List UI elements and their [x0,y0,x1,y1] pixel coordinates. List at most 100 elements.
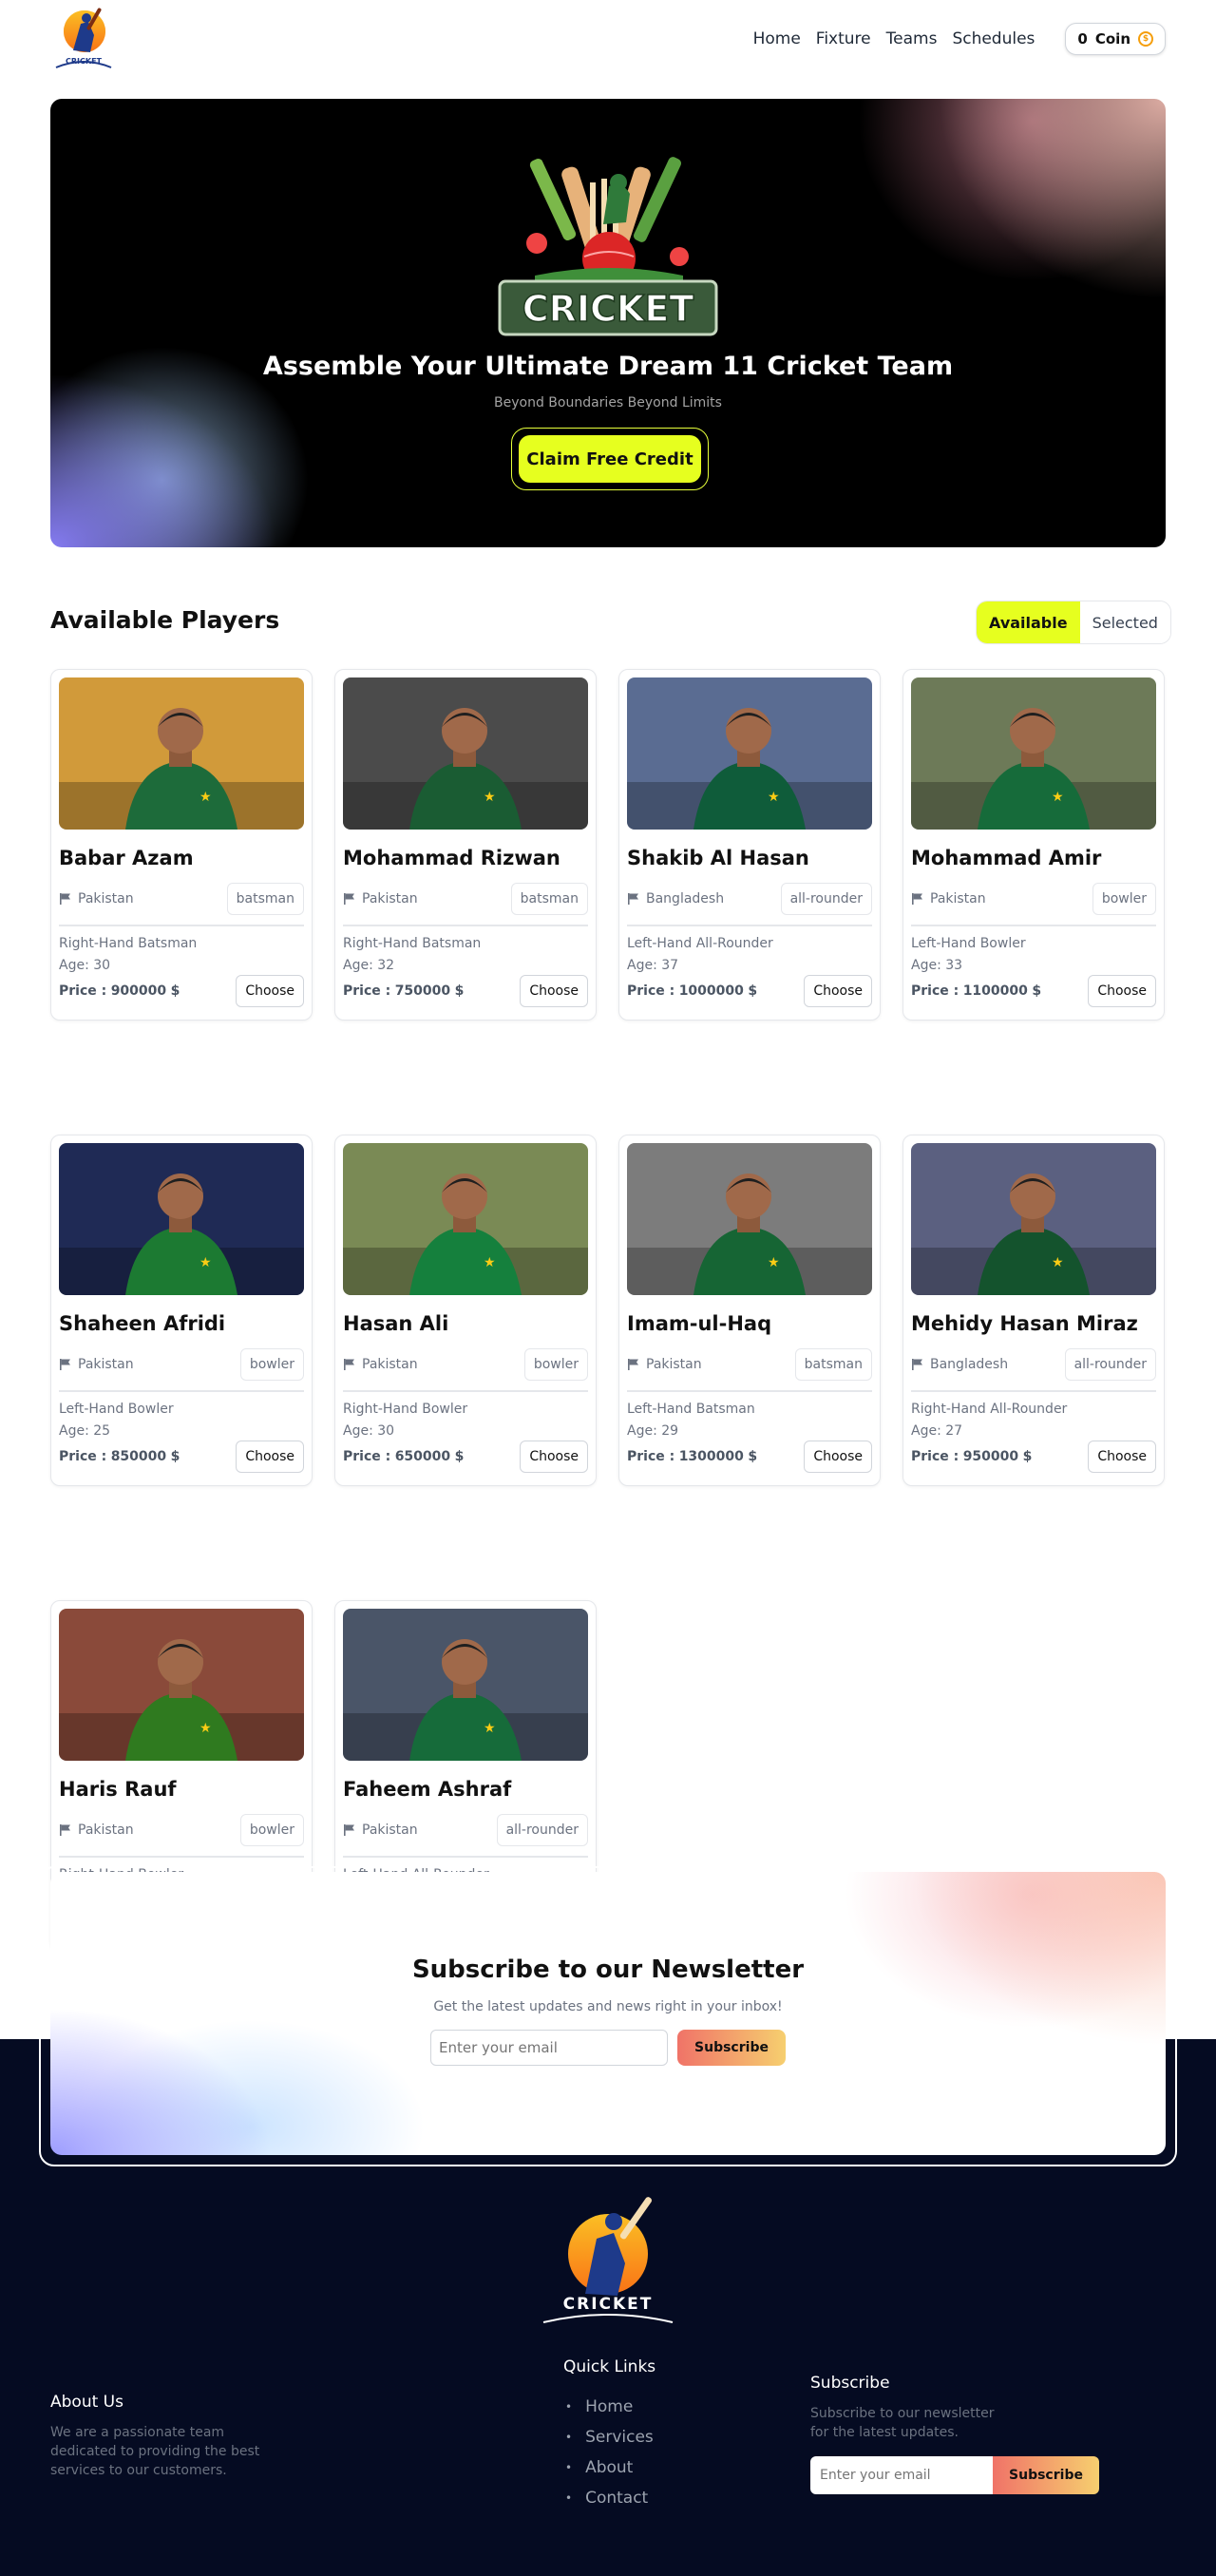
choose-player-button[interactable]: Choose [1088,975,1156,1007]
price-value: 650000 [394,1449,451,1464]
svg-text:★: ★ [768,790,780,805]
player-role-badge: bowler [523,1348,588,1381]
newsletter-form: Subscribe [430,2030,786,2066]
player-country-name: Pakistan [646,1357,702,1372]
player-batting-style: Left-Hand Bowler [59,1402,174,1417]
player-price: Price : 950000 $ [911,1449,1032,1464]
choose-player-button[interactable]: Choose [520,975,588,1007]
player-price: Price : 1300000 $ [627,1449,757,1464]
age-label: Age: [343,1423,373,1439]
footer-email-input[interactable] [810,2456,993,2494]
player-photo: ★ [627,1143,872,1295]
age-value: 33 [945,958,963,973]
cricket-logo[interactable]: CRICKET [50,3,117,75]
footer-link-services[interactable]: Services [565,2422,654,2452]
player-card: ★ Shaheen Afridi Pakistan bowler Left-Ha… [50,1135,313,1486]
about-us-title: About Us [50,2393,124,2412]
newsletter-section: Subscribe to our Newsletter Get the late… [50,1872,1166,2155]
player-country-name: Pakistan [362,891,418,906]
price-label: Price : [911,983,960,999]
age-value: 25 [93,1423,111,1439]
toggle-available-button[interactable]: Available [977,601,1080,643]
svg-text:★: ★ [200,1721,212,1736]
age-label: Age: [627,1423,657,1439]
player-photo-icon: ★ [627,677,872,830]
newsletter-email-input[interactable] [430,2030,668,2066]
player-name: Mohammad Amir [911,847,1102,869]
price-currency: $ [454,1449,465,1464]
age-label: Age: [911,1423,941,1439]
player-photo: ★ [911,677,1156,830]
choose-player-button[interactable]: Choose [804,975,872,1007]
price-value: 750000 [394,983,451,999]
price-label: Price : [627,1449,675,1464]
choose-player-button[interactable]: Choose [1088,1441,1156,1473]
player-batting-style: Right-Hand Batsman [59,936,198,951]
player-photo: ★ [343,1609,588,1761]
footer-cricket-logo[interactable]: CRICKET [538,2191,678,2326]
flag-icon [344,1824,354,1836]
nav-link-teams[interactable]: Teams [886,29,938,48]
cricket-equipment-icon: CRICKET [498,157,718,336]
footer-link-contact[interactable]: Contact [565,2483,654,2513]
age-value: 30 [377,1423,395,1439]
footer-logo-word: CRICKET [563,2295,654,2314]
svg-text:★: ★ [484,1721,496,1736]
player-name: Mohammad Rizwan [343,847,560,869]
claim-free-credit-button[interactable]: Claim Free Credit [519,435,701,483]
flag-icon [60,1824,70,1836]
svg-text:★: ★ [1052,790,1064,805]
footer-subscribe-button[interactable]: Subscribe [993,2456,1099,2494]
age-value: 30 [93,958,111,973]
svg-text:★: ★ [1052,1255,1064,1270]
player-age: Age: 30 [59,958,304,973]
player-country-name: Pakistan [362,1822,418,1838]
price-currency: $ [454,983,465,999]
player-role-badge: bowler [239,1348,304,1381]
player-batting-style: Right-Hand Batsman [343,936,482,951]
player-age: Age: 32 [343,958,588,973]
player-batting-style: Right-Hand Bowler [343,1402,468,1417]
player-country: Pakistan [627,1357,702,1372]
player-card: ★ Hasan Ali Pakistan bowler Right-Hand B… [334,1135,597,1486]
nav-link-fixture[interactable]: Fixture [816,29,871,48]
player-country: Bangladesh [627,891,724,906]
player-photo-icon: ★ [627,1143,872,1295]
players-grid: ★ Babar Azam Pakistan batsman Right-Hand… [50,669,1166,1952]
flag-icon [344,893,354,905]
svg-text:★: ★ [200,790,212,805]
choose-player-button[interactable]: Choose [236,1441,304,1473]
choose-player-button[interactable]: Choose [520,1441,588,1473]
player-price: Price : 650000 $ [343,1449,464,1464]
toggle-selected-button[interactable]: Selected [1079,601,1170,643]
age-label: Age: [59,958,89,973]
flag-icon [344,1359,354,1370]
nav-link-home[interactable]: Home [753,29,801,48]
hero-title: Assemble Your Ultimate Dream 11 Cricket … [262,352,954,381]
flag-icon [60,1359,70,1370]
top-navbar: CRICKET Home Fixture Teams Schedules 0 C… [50,0,1166,78]
player-name: Imam-ul-Haq [627,1312,772,1335]
price-label: Price : [911,1449,960,1464]
player-country-name: Pakistan [78,1357,134,1372]
player-country-name: Pakistan [362,1357,418,1372]
player-card: ★ Babar Azam Pakistan batsman Right-Hand… [50,669,313,1021]
svg-text:CRICKET: CRICKET [66,57,103,66]
footer-link-home[interactable]: Home [565,2392,654,2422]
newsletter-subscribe-button[interactable]: Subscribe [677,2030,786,2066]
player-country: Bangladesh [911,1357,1008,1372]
player-country-name: Pakistan [78,1822,134,1838]
player-photo-icon: ★ [911,1143,1156,1295]
player-card: ★ Mohammad Amir Pakistan bowler Left-Han… [902,669,1165,1021]
footer-link-about[interactable]: About [565,2452,654,2483]
player-name: Hasan Ali [343,1312,449,1335]
player-age: Age: 37 [627,958,872,973]
choose-player-button[interactable]: Choose [804,1441,872,1473]
price-value: 1100000 [962,983,1028,999]
nav-link-schedules[interactable]: Schedules [952,29,1035,48]
player-photo-icon: ★ [911,677,1156,830]
player-price: Price : 750000 $ [343,983,464,999]
coin-balance-button[interactable]: 0 Coin $ [1065,23,1166,55]
price-currency: $ [1032,983,1042,999]
choose-player-button[interactable]: Choose [236,975,304,1007]
